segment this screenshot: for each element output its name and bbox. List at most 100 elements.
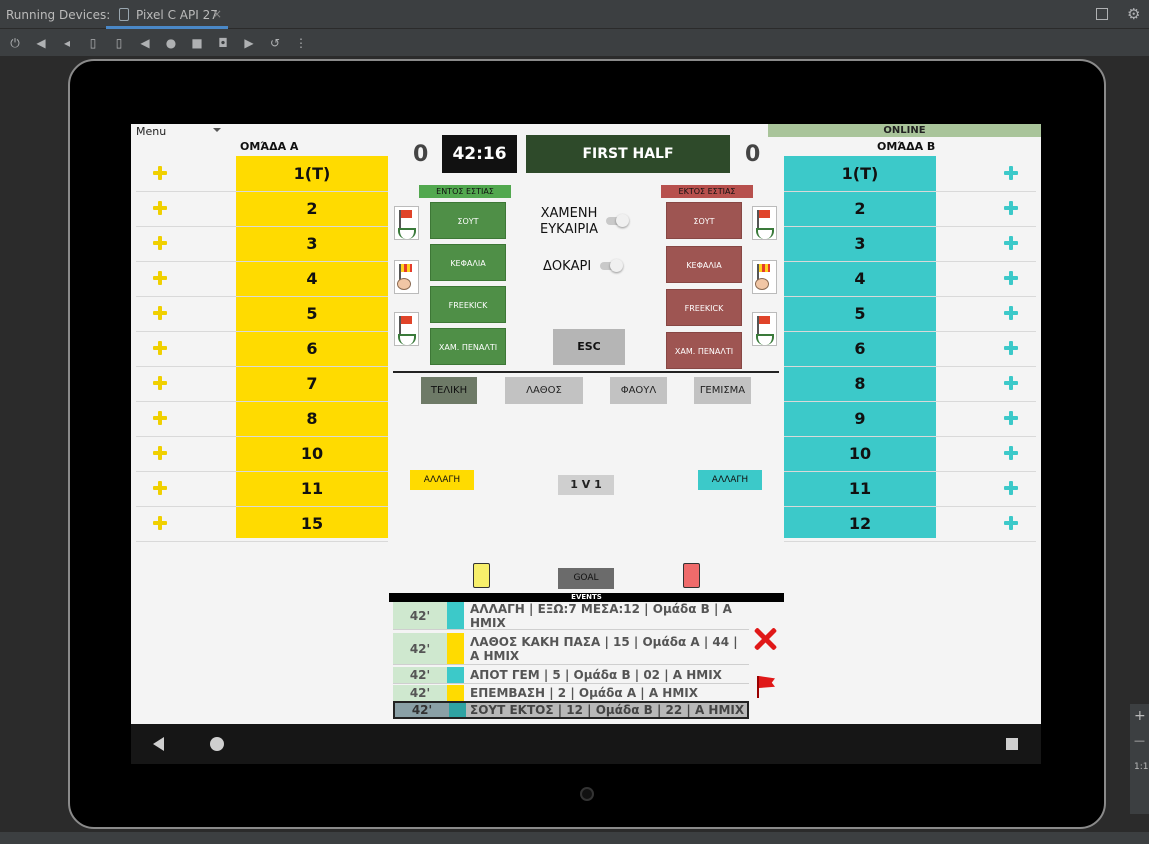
corner-flag-left-icon[interactable] bbox=[394, 206, 419, 240]
event-row[interactable]: 42' ΕΠΕΜΒΑΣΗ | 2 | Ομάδα Α | Α ΗΜΙΧ bbox=[393, 685, 749, 702]
nav-back-icon[interactable] bbox=[153, 737, 164, 751]
final-pass-button[interactable]: ΤΕΛΙΚΗ bbox=[421, 377, 477, 404]
zoom-in-button[interactable]: + bbox=[1134, 708, 1146, 724]
team_b-player-11[interactable]: 12 bbox=[784, 506, 936, 541]
nav-home-icon[interactable] bbox=[210, 737, 224, 751]
add-icon[interactable] bbox=[1004, 516, 1018, 530]
rotate-right-icon[interactable]: ▯ bbox=[111, 35, 127, 51]
video-icon[interactable]: ▶ bbox=[241, 35, 257, 51]
team_a-player-11[interactable]: 15 bbox=[236, 506, 388, 541]
volume-up-icon[interactable]: ◀︎ bbox=[33, 35, 49, 51]
event-row-selected[interactable]: 42' ΣΟΥΤ ΕΚΤΟΣ | 12 | Ομάδα Β | 22 | Α Η… bbox=[393, 701, 749, 719]
team_b-player-5[interactable]: 5 bbox=[784, 296, 936, 331]
add-icon[interactable] bbox=[1004, 306, 1018, 320]
offside-flag-right-icon[interactable] bbox=[752, 260, 777, 294]
on-target-header-button[interactable]: ΚΕΦΑΛΙΑ bbox=[430, 244, 506, 281]
team_a-player-7[interactable]: 7 bbox=[236, 366, 388, 401]
corner-flag-right-icon[interactable] bbox=[752, 206, 777, 240]
add-icon[interactable] bbox=[153, 201, 167, 215]
add-icon[interactable] bbox=[153, 516, 167, 530]
team_a-player-4[interactable]: 4 bbox=[236, 261, 388, 296]
overview-icon[interactable]: ■ bbox=[189, 35, 205, 51]
nav-recents-icon[interactable] bbox=[1006, 738, 1018, 750]
missed-chance-toggle[interactable] bbox=[606, 214, 629, 227]
add-icon[interactable] bbox=[153, 166, 167, 180]
add-icon[interactable] bbox=[1004, 236, 1018, 250]
goal-kick-right-icon[interactable] bbox=[752, 312, 777, 346]
off-target-header-button[interactable]: ΚΕΦΑΛΙΑ bbox=[666, 246, 742, 283]
power-icon[interactable]: ⏻ bbox=[7, 35, 23, 51]
back-icon[interactable]: ◀ bbox=[137, 35, 153, 51]
team_b-player-9[interactable]: 10 bbox=[784, 436, 936, 471]
goal-kick-left-icon[interactable] bbox=[394, 312, 419, 346]
flag-event-icon[interactable] bbox=[755, 676, 777, 700]
off-target-shot-button[interactable]: ΣΟΥΤ bbox=[666, 202, 742, 239]
one-v-one-button[interactable]: 1 V 1 bbox=[558, 475, 614, 495]
add-icon[interactable] bbox=[153, 341, 167, 355]
camera-icon[interactable]: ◘ bbox=[215, 35, 231, 51]
team_a-player-3[interactable]: 3 bbox=[236, 226, 388, 261]
on-target-freekick-button[interactable]: FREEKICK bbox=[430, 286, 506, 323]
foul-button[interactable]: ΦΑΟΥΛ bbox=[610, 377, 667, 404]
add-icon[interactable] bbox=[153, 481, 167, 495]
more-icon[interactable]: ⋮ bbox=[293, 35, 309, 51]
chevron-down-icon[interactable] bbox=[213, 128, 221, 132]
team_a-player-5[interactable]: 5 bbox=[236, 296, 388, 331]
team_a-player-6[interactable]: 6 bbox=[236, 331, 388, 366]
on-target-shot-button[interactable]: ΣΟΥΤ bbox=[430, 202, 506, 239]
tab-close-icon[interactable]: × bbox=[212, 7, 222, 21]
add-icon[interactable] bbox=[1004, 376, 1018, 390]
add-icon[interactable] bbox=[1004, 271, 1018, 285]
add-icon[interactable] bbox=[1004, 341, 1018, 355]
error-button[interactable]: ΛΑΘΟΣ bbox=[505, 377, 583, 404]
add-icon[interactable] bbox=[1004, 166, 1018, 180]
match-clock[interactable]: 42:16 bbox=[442, 135, 517, 173]
event-row[interactable]: 42' ΛΑΘΟΣ ΚΑΚΗ ΠΑΣΑ | 15 | Ομάδα Α | 44 … bbox=[393, 633, 749, 665]
off-target-penalty-button[interactable]: ΧΑΜ. ΠΕΝΑΛΤΙ bbox=[666, 332, 742, 369]
home-icon[interactable]: ● bbox=[163, 35, 179, 51]
menu-dropdown[interactable]: Menu bbox=[136, 125, 166, 138]
team_b-player-8[interactable]: 9 bbox=[784, 401, 936, 436]
add-icon[interactable] bbox=[1004, 446, 1018, 460]
team_b-player-2[interactable]: 2 bbox=[784, 191, 936, 226]
team_a-player-9[interactable]: 10 bbox=[236, 436, 388, 471]
tab-pixel-c[interactable]: Pixel C API 27 × bbox=[106, 0, 228, 29]
add-icon[interactable] bbox=[1004, 481, 1018, 495]
team_a-player-8[interactable]: 8 bbox=[236, 401, 388, 436]
add-icon[interactable] bbox=[153, 236, 167, 250]
off-target-freekick-button[interactable]: FREEKICK bbox=[666, 289, 742, 326]
add-icon[interactable] bbox=[1004, 411, 1018, 425]
add-icon[interactable] bbox=[153, 411, 167, 425]
add-icon[interactable] bbox=[153, 446, 167, 460]
team_b-player-6[interactable]: 6 bbox=[784, 331, 936, 366]
period-button[interactable]: FIRST HALF bbox=[526, 135, 730, 173]
zoom-actual-button[interactable]: 1:1 bbox=[1134, 762, 1148, 772]
rotate-left-icon[interactable]: ▯ bbox=[85, 35, 101, 51]
team_b-player-10[interactable]: 11 bbox=[784, 471, 936, 506]
offside-flag-left-icon[interactable] bbox=[394, 260, 419, 294]
red-card-button[interactable] bbox=[683, 563, 700, 588]
event-row[interactable]: 42' ΑΛΛΑΓΗ | ΕΞΩ:7 ΜΕΣΑ:12 | Ομάδα Β | Α… bbox=[393, 602, 749, 630]
post-toggle[interactable] bbox=[600, 259, 623, 272]
team_b-player-4[interactable]: 4 bbox=[784, 261, 936, 296]
gear-icon[interactable]: ⚙ bbox=[1127, 5, 1140, 23]
on-target-penalty-button[interactable]: ΧΑΜ. ΠΕΝΑΛΤΙ bbox=[430, 328, 506, 365]
team_b-player-3[interactable]: 3 bbox=[784, 226, 936, 261]
team_a-player-1[interactable]: 1(T) bbox=[236, 156, 388, 191]
zoom-out-button[interactable]: — bbox=[1134, 734, 1145, 747]
add-icon[interactable] bbox=[153, 376, 167, 390]
esc-button[interactable]: ESC bbox=[553, 329, 625, 365]
yellow-card-button[interactable] bbox=[473, 563, 490, 588]
goal-button[interactable]: GOAL bbox=[558, 568, 614, 589]
team_a-player-2[interactable]: 2 bbox=[236, 191, 388, 226]
team_b-player-7[interactable]: 8 bbox=[784, 366, 936, 401]
volume-down-icon[interactable]: ◂ bbox=[59, 35, 75, 51]
add-icon[interactable] bbox=[1004, 201, 1018, 215]
team-a-substitution-button[interactable]: ΑΛΛΑΓΗ bbox=[410, 470, 474, 490]
team_a-player-10[interactable]: 11 bbox=[236, 471, 388, 506]
delete-event-icon[interactable] bbox=[753, 627, 777, 651]
reset-icon[interactable]: ↺ bbox=[267, 35, 283, 51]
event-row[interactable]: 42' ΑΠΟΤ ΓΕΜ | 5 | Ομάδα Β | 02 | Α ΗΜΙΧ bbox=[393, 667, 749, 684]
cross-button[interactable]: ΓΕΜΙΣΜΑ bbox=[694, 377, 751, 404]
team_b-player-1[interactable]: 1(T) bbox=[784, 156, 936, 191]
